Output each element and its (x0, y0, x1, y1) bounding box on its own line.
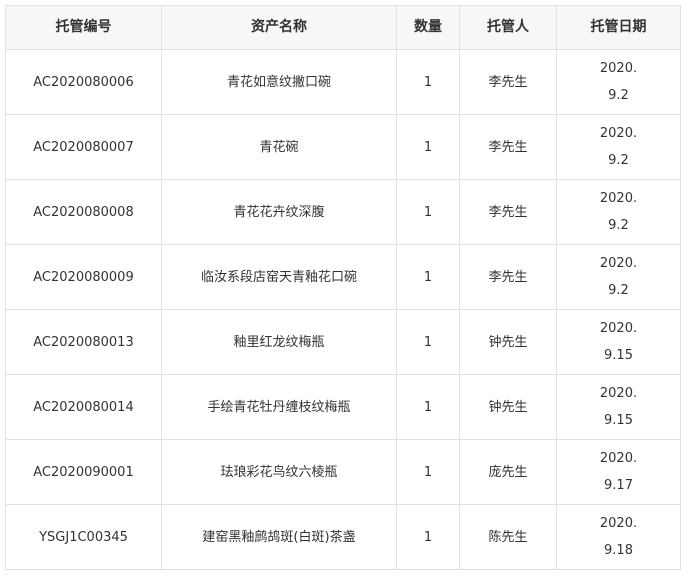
header-asset-name: 资产名称 (161, 5, 397, 50)
cell-custodian: 李先生 (459, 49, 557, 115)
cell-custody-date: 2020. 9.2 (556, 49, 681, 115)
cell-custodian: 庞先生 (459, 439, 557, 505)
custody-table: 托管编号 资产名称 数量 托管人 托管日期 AC2020080006 青花如意纹… (5, 5, 681, 570)
table-row: AC2020080009 临汝系段店窑天青釉花口碗 1 李先生 2020. 9.… (5, 244, 681, 310)
date-day: 9.2 (608, 218, 629, 233)
cell-asset-name: 青花花卉纹深腹 (161, 179, 397, 245)
date-day: 9.18 (604, 543, 633, 558)
cell-custodian: 陈先生 (459, 504, 557, 570)
cell-custodian: 钟先生 (459, 309, 557, 375)
cell-quantity: 1 (396, 49, 460, 115)
cell-custody-id: AC2020080009 (5, 244, 162, 310)
cell-quantity: 1 (396, 439, 460, 505)
header-custodian: 托管人 (459, 5, 557, 50)
cell-quantity: 1 (396, 504, 460, 570)
cell-asset-name: 建窑黑釉鹧鸪斑(白斑)茶盏 (161, 504, 397, 570)
cell-custody-id: AC2020080014 (5, 374, 162, 440)
cell-custodian: 李先生 (459, 244, 557, 310)
cell-custody-date: 2020. 9.2 (556, 179, 681, 245)
cell-quantity: 1 (396, 244, 460, 310)
cell-custody-date: 2020. 9.15 (556, 374, 681, 440)
table-row: AC2020080008 青花花卉纹深腹 1 李先生 2020. 9.2 (5, 179, 681, 245)
date-year: 2020. (599, 451, 638, 466)
date-year: 2020. (599, 386, 638, 401)
cell-custody-id: AC2020080008 (5, 179, 162, 245)
cell-asset-name: 釉里红龙纹梅瓶 (161, 309, 397, 375)
table-row: AC2020080007 青花碗 1 李先生 2020. 9.2 (5, 114, 681, 180)
date-day: 9.15 (604, 348, 633, 363)
table-row: YSGJ1C00345 建窑黑釉鹧鸪斑(白斑)茶盏 1 陈先生 2020. 9.… (5, 504, 681, 570)
cell-asset-name: 青花碗 (161, 114, 397, 180)
date-year: 2020. (599, 516, 638, 531)
cell-asset-name: 手绘青花牡丹缠枝纹梅瓶 (161, 374, 397, 440)
cell-custody-date: 2020. 9.18 (556, 504, 681, 570)
cell-quantity: 1 (396, 309, 460, 375)
cell-custody-date: 2020. 9.2 (556, 114, 681, 180)
cell-custody-date: 2020. 9.2 (556, 244, 681, 310)
cell-custodian: 李先生 (459, 114, 557, 180)
header-custody-date: 托管日期 (556, 5, 681, 50)
cell-quantity: 1 (396, 179, 460, 245)
cell-asset-name: 临汝系段店窑天青釉花口碗 (161, 244, 397, 310)
date-day: 9.17 (604, 478, 633, 493)
date-year: 2020. (599, 126, 638, 141)
cell-asset-name: 珐琅彩花鸟纹六棱瓶 (161, 439, 397, 505)
date-year: 2020. (599, 321, 638, 336)
cell-custodian: 李先生 (459, 179, 557, 245)
cell-quantity: 1 (396, 114, 460, 180)
date-day: 9.2 (608, 153, 629, 168)
table-row: AC2020080014 手绘青花牡丹缠枝纹梅瓶 1 钟先生 2020. 9.1… (5, 374, 681, 440)
cell-asset-name: 青花如意纹撇口碗 (161, 49, 397, 115)
date-day: 9.2 (608, 88, 629, 103)
header-quantity: 数量 (396, 5, 460, 50)
table-row: AC2020080013 釉里红龙纹梅瓶 1 钟先生 2020. 9.15 (5, 309, 681, 375)
cell-custody-id: AC2020080013 (5, 309, 162, 375)
table-header-row: 托管编号 资产名称 数量 托管人 托管日期 (5, 5, 681, 50)
cell-custody-id: AC2020090001 (5, 439, 162, 505)
cell-custody-id: AC2020080007 (5, 114, 162, 180)
table-row: AC2020080006 青花如意纹撇口碗 1 李先生 2020. 9.2 (5, 49, 681, 115)
header-custody-id: 托管编号 (5, 5, 162, 50)
date-day: 9.2 (608, 283, 629, 298)
date-year: 2020. (599, 61, 638, 76)
cell-custody-id: YSGJ1C00345 (5, 504, 162, 570)
date-day: 9.15 (604, 413, 633, 428)
cell-custody-date: 2020. 9.15 (556, 309, 681, 375)
date-year: 2020. (599, 256, 638, 271)
table-row: AC2020090001 珐琅彩花鸟纹六棱瓶 1 庞先生 2020. 9.17 (5, 439, 681, 505)
date-year: 2020. (599, 191, 638, 206)
cell-custody-id: AC2020080006 (5, 49, 162, 115)
cell-custody-date: 2020. 9.17 (556, 439, 681, 505)
cell-custodian: 钟先生 (459, 374, 557, 440)
cell-quantity: 1 (396, 374, 460, 440)
